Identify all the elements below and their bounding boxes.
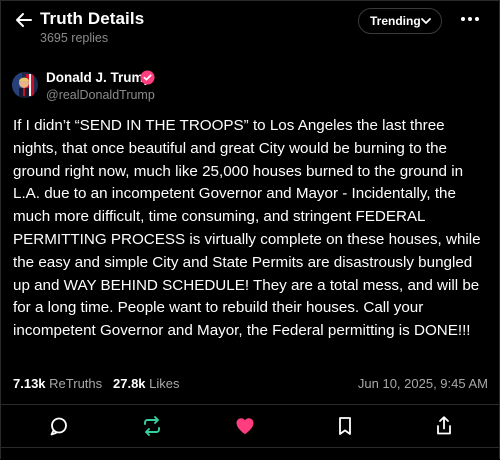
reply-icon[interactable] — [48, 415, 70, 437]
likes-count[interactable]: 27.8k — [113, 376, 146, 391]
reply-count: 3695 replies — [40, 31, 109, 45]
author-handle[interactable]: @realDonaldTrump — [46, 88, 155, 102]
back-arrow-icon[interactable] — [14, 10, 34, 30]
retruth-icon[interactable] — [141, 415, 163, 437]
page-title: Truth Details — [40, 9, 145, 28]
retruths-label[interactable]: ReTruths — [49, 376, 102, 391]
share-icon[interactable] — [433, 415, 455, 437]
header: Truth Details 3695 replies Trending — [0, 0, 500, 56]
verified-icon — [140, 70, 155, 85]
author-name[interactable]: Donald J. Trump — [46, 70, 152, 85]
engagement-stats: 7.13k ReTruths 27.8k Likes — [13, 376, 180, 391]
likes-label[interactable]: Likes — [149, 376, 179, 391]
sort-dropdown[interactable]: Trending — [358, 8, 442, 34]
action-bar — [0, 404, 500, 448]
bookmark-icon[interactable] — [334, 415, 356, 437]
retruths-count[interactable]: 7.13k — [13, 376, 46, 391]
chevron-down-icon — [421, 18, 431, 24]
more-icon[interactable] — [459, 14, 481, 24]
post-text: If I didn’t “SEND IN THE TROOPS” to Los … — [13, 117, 481, 340]
like-icon[interactable] — [234, 415, 256, 437]
sort-label: Trending — [370, 14, 421, 28]
avatar[interactable] — [12, 72, 38, 98]
post-timestamp: Jun 10, 2025, 9:45 AM — [357, 376, 488, 391]
avatar-image — [12, 72, 38, 98]
